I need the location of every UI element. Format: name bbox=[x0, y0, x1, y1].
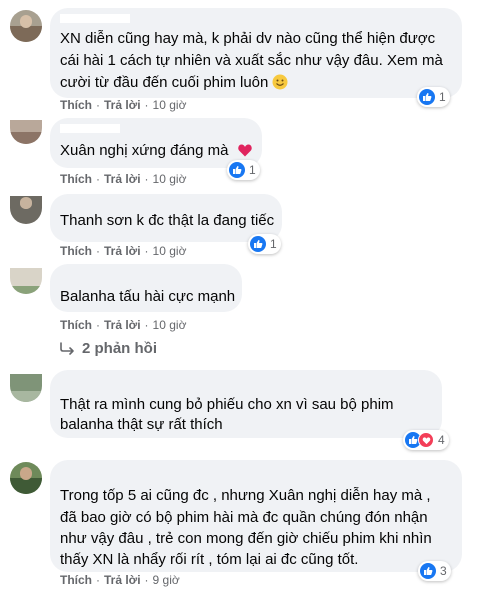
comment-bubble: Thật ra mình cung bỏ phiếu cho xn vì sau… bbox=[50, 370, 442, 438]
timestamp[interactable]: 10 giờ bbox=[153, 172, 187, 186]
reaction-summary[interactable]: 4 bbox=[403, 430, 449, 450]
heart-icon bbox=[418, 432, 434, 448]
redacted-author-name bbox=[60, 198, 120, 207]
avatar[interactable] bbox=[10, 374, 42, 402]
comment-actions: Thích · Trả lời · 10 giờ bbox=[60, 172, 186, 186]
comment-actions: Thích · Trả lời · 10 giờ bbox=[60, 244, 186, 258]
like-link[interactable]: Thích bbox=[60, 318, 92, 332]
separator: · bbox=[96, 318, 100, 332]
redacted-author-name bbox=[60, 124, 120, 133]
thumbs-up-icon bbox=[250, 236, 266, 252]
reply-link[interactable]: Trả lời bbox=[104, 98, 141, 112]
comment-bubble: XN diễn cũng hay mà, k phải dv nào cũng … bbox=[50, 8, 462, 98]
comment-line: Thật ra mình cung bỏ phiếu cho xn vì sau… bbox=[60, 396, 394, 413]
replies-label: 2 phản hồi bbox=[82, 340, 157, 357]
reply-link[interactable]: Trả lời bbox=[104, 318, 141, 332]
avatar[interactable] bbox=[10, 268, 42, 294]
timestamp[interactable]: 10 giờ bbox=[153, 98, 187, 112]
separator: · bbox=[144, 172, 149, 186]
separator: · bbox=[96, 98, 100, 112]
comment-line: đã bao giờ có bộ phim hài mà đc quần chú… bbox=[60, 509, 428, 526]
reply-arrow-icon bbox=[60, 341, 74, 355]
separator: · bbox=[144, 244, 149, 258]
avatar[interactable] bbox=[10, 120, 42, 144]
like-link[interactable]: Thích bbox=[60, 244, 92, 258]
redacted-author-name bbox=[60, 14, 130, 23]
comment-line: Xuân nghị xứng đáng mà bbox=[60, 140, 253, 162]
like-link[interactable]: Thích bbox=[60, 98, 92, 112]
comment-line-text: Xuân nghị xứng đáng mà bbox=[60, 142, 229, 159]
reaction-count: 3 bbox=[440, 564, 447, 578]
reaction-summary[interactable]: 1 bbox=[227, 160, 260, 180]
comment-line: cái hài 1 cách tự nhiên và xuất sắc như … bbox=[60, 52, 443, 69]
comment-line: cười từ đầu đến cuối phim luôn bbox=[60, 72, 288, 94]
comment-line-text: cười từ đầu đến cuối phim luôn bbox=[60, 74, 269, 91]
reaction-count: 1 bbox=[439, 90, 446, 104]
comment-line: Thanh sơn k đc thật la đang tiếc bbox=[60, 212, 275, 229]
avatar[interactable] bbox=[10, 196, 42, 224]
avatar[interactable] bbox=[10, 462, 42, 494]
like-link[interactable]: Thích bbox=[60, 172, 92, 186]
separator: · bbox=[96, 573, 100, 587]
like-link[interactable]: Thích bbox=[60, 573, 92, 587]
comment-bubble: Trong tốp 5 ai cũng đc , nhưng Xuân nghị… bbox=[50, 460, 462, 572]
thumbs-up-icon bbox=[420, 563, 436, 579]
redacted-author-name bbox=[60, 268, 120, 277]
reaction-count: 1 bbox=[249, 163, 256, 177]
red-heart-emoji-icon bbox=[237, 144, 252, 157]
comment-line: như vậy đâu , trẻ con mong đến giờ chiếu… bbox=[60, 530, 432, 547]
avatar[interactable] bbox=[10, 10, 42, 42]
comment-bubble: Xuân nghị xứng đáng mà bbox=[50, 118, 262, 168]
reply-link[interactable]: Trả lời bbox=[104, 573, 141, 587]
timestamp[interactable]: 9 giờ bbox=[153, 573, 180, 587]
smiling-face-emoji-icon bbox=[272, 74, 288, 90]
comment-actions: Thích · Trả lời · 10 giờ bbox=[60, 98, 186, 112]
comment-line: Balanha tấu hài cực mạnh bbox=[60, 288, 236, 305]
reaction-summary[interactable]: 3 bbox=[418, 561, 451, 581]
comment-line: balanha thật sự rất thích bbox=[60, 416, 223, 433]
comment-actions: Thích · Trả lời · 10 giờ bbox=[60, 318, 186, 332]
timestamp[interactable]: 10 giờ bbox=[153, 318, 187, 332]
comment-actions: Thích · Trả lời · 9 giờ bbox=[60, 573, 180, 587]
redacted-author-name bbox=[60, 374, 200, 383]
view-replies-link[interactable]: 2 phản hồi bbox=[60, 340, 157, 357]
redacted-author-name bbox=[60, 466, 150, 475]
comment-line: Trong tốp 5 ai cũng đc , nhưng Xuân nghị… bbox=[60, 487, 431, 504]
reaction-count: 4 bbox=[438, 433, 445, 447]
separator: · bbox=[144, 98, 149, 112]
thumbs-up-icon bbox=[229, 162, 245, 178]
separator: · bbox=[96, 172, 100, 186]
comment-line: XN diễn cũng hay mà, k phải dv nào cũng … bbox=[60, 30, 436, 47]
comment-bubble: Thanh sơn k đc thật la đang tiếc bbox=[50, 194, 282, 242]
comment-bubble: Balanha tấu hài cực mạnh bbox=[50, 264, 242, 312]
reaction-count: 1 bbox=[270, 237, 277, 251]
separator: · bbox=[96, 244, 100, 258]
reaction-summary[interactable]: 1 bbox=[417, 87, 450, 107]
separator: · bbox=[144, 573, 149, 587]
timestamp[interactable]: 10 giờ bbox=[153, 244, 187, 258]
reply-link[interactable]: Trả lời bbox=[104, 244, 141, 258]
separator: · bbox=[144, 318, 149, 332]
reaction-summary[interactable]: 1 bbox=[248, 234, 281, 254]
reply-link[interactable]: Trả lời bbox=[104, 172, 141, 186]
thumbs-up-icon bbox=[419, 89, 435, 105]
comment-line: thấy XN là nhẩy rối rít , tóm lại ai đc … bbox=[60, 551, 359, 568]
